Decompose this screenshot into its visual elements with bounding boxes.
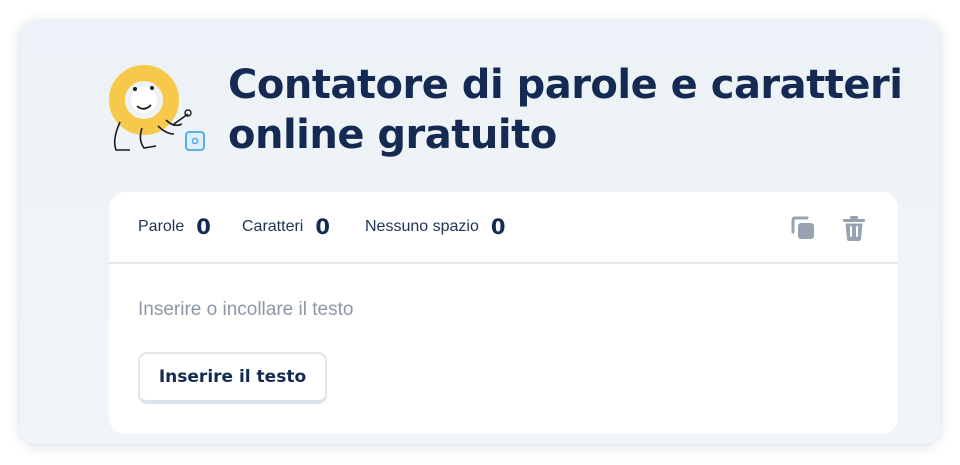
stats-bar: Parole 0 Caratteri 0 Nessuno spazio 0	[109, 192, 898, 264]
character-count-value: 0	[315, 215, 330, 239]
no-space-count-stat: Nessuno spazio 0	[365, 192, 505, 262]
delete-button[interactable]	[840, 214, 868, 242]
copy-icon	[791, 216, 814, 239]
no-space-count-label: Nessuno spazio	[365, 218, 479, 235]
word-count-value: 0	[196, 215, 211, 239]
trash-icon	[843, 216, 865, 241]
page-title: Contatore di parole e caratteri online g…	[228, 62, 903, 158]
word-count-label: Parole	[138, 218, 185, 235]
character-count-label: Caratteri	[242, 218, 304, 235]
no-space-count-value: 0	[490, 215, 506, 239]
character-count-stat: Caratteri 0	[242, 192, 330, 262]
text-input[interactable]	[138, 296, 868, 324]
word-count-stat: Parole 0	[138, 192, 211, 262]
mascot-icon	[109, 65, 205, 151]
insert-text-button[interactable]: Inserire il testo	[138, 352, 327, 404]
page-panel: Contatore di parole e caratteri online g…	[20, 20, 940, 444]
copy-button[interactable]	[789, 214, 817, 242]
mascot-illustration	[108, 62, 218, 162]
counter-card: Parole 0 Caratteri 0 Nessuno spazio 0 In…	[109, 192, 898, 434]
